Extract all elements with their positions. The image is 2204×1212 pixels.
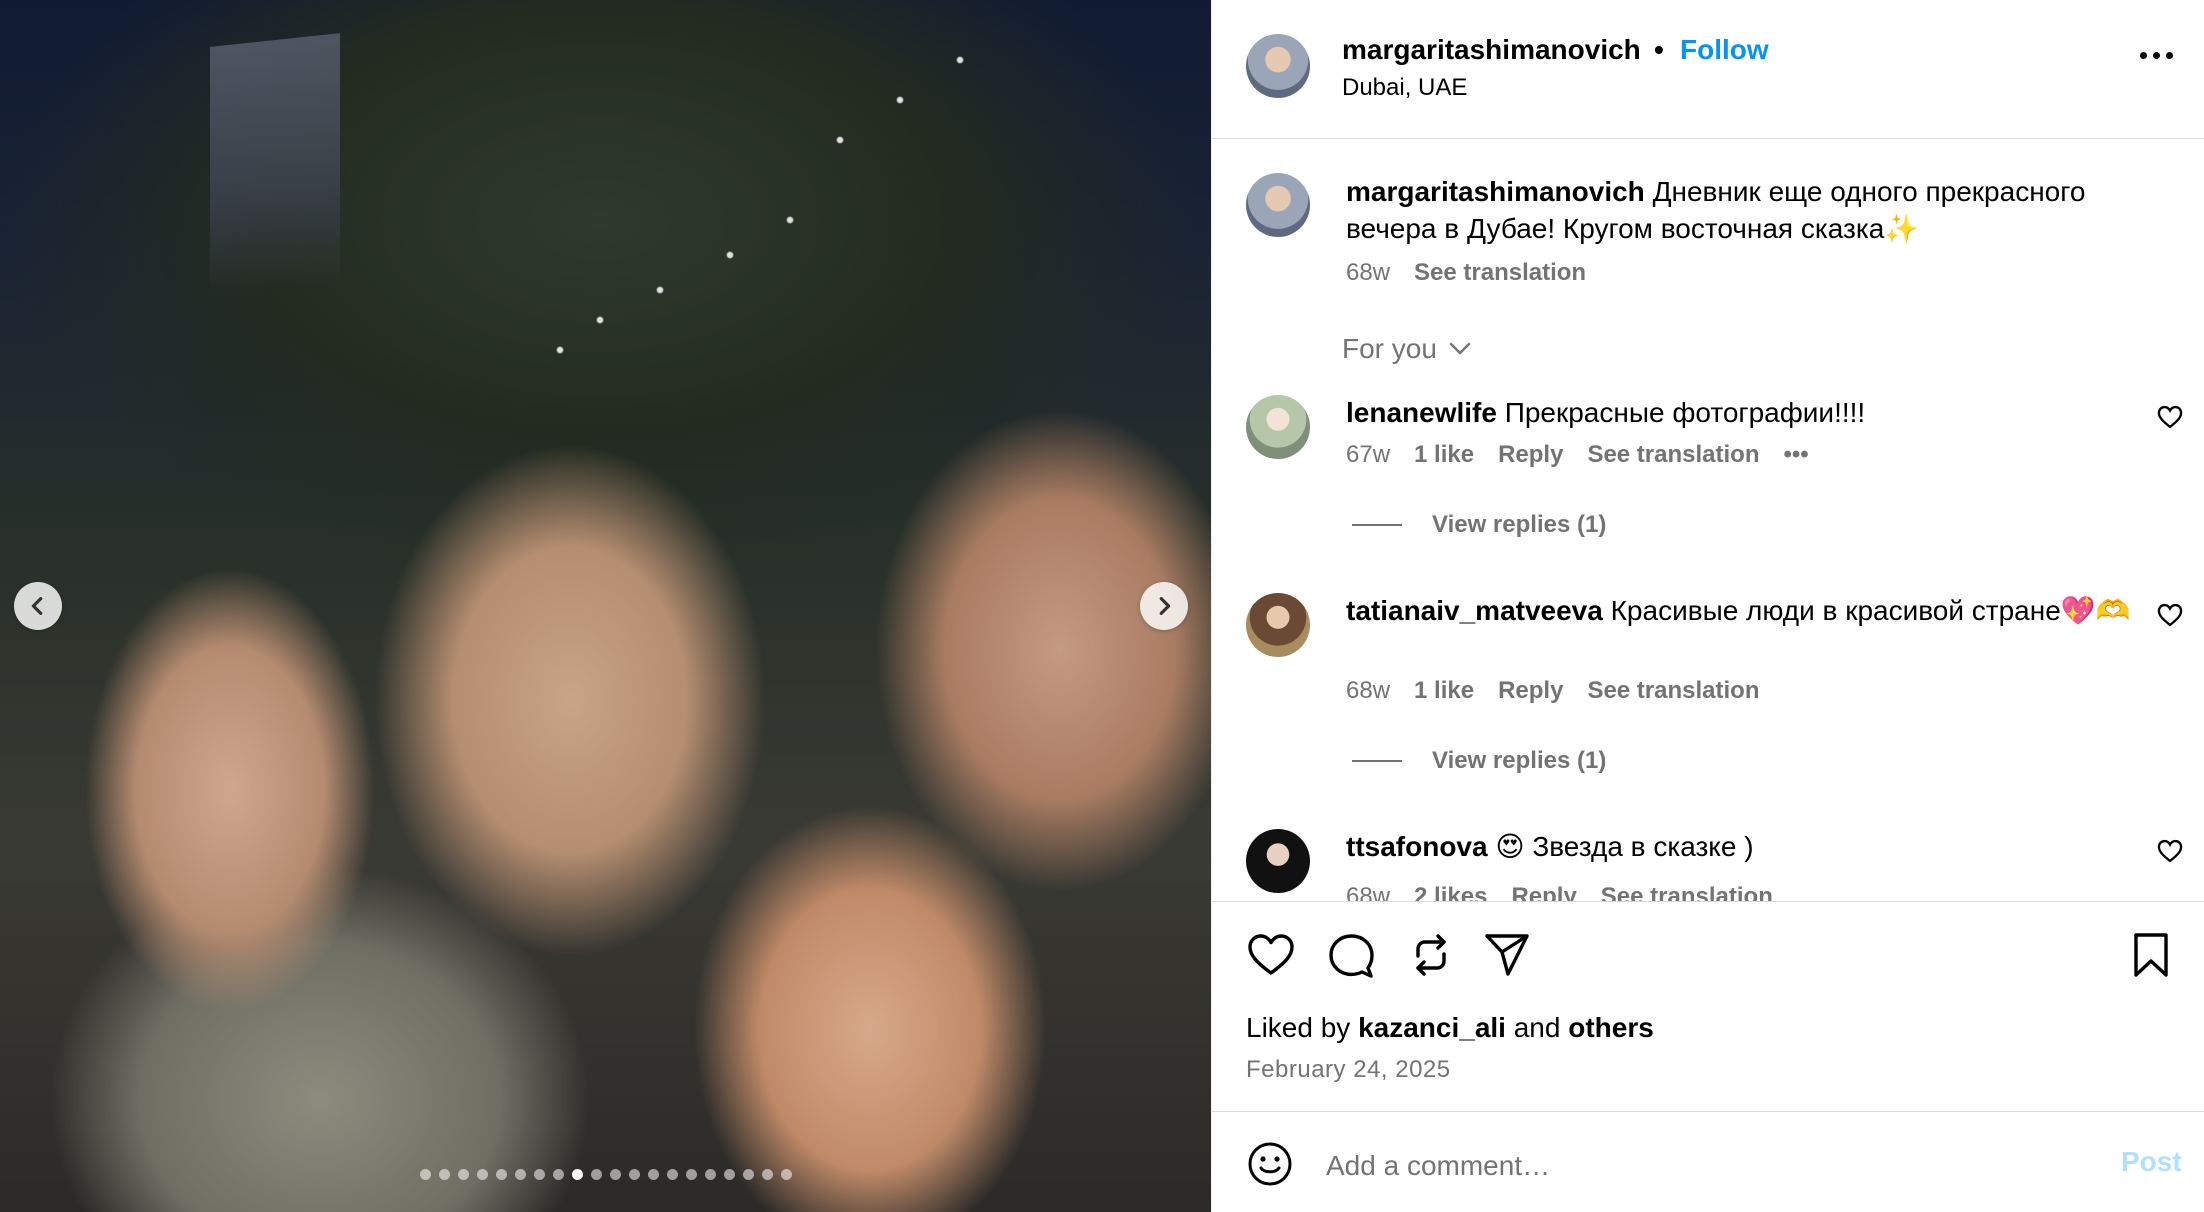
previous-slide-button[interactable] (14, 582, 62, 630)
slide-dot (419, 1169, 431, 1180)
comment-reply-button[interactable]: Reply (1498, 677, 1563, 705)
slide-dot (590, 1169, 602, 1180)
comment-likes[interactable]: 1 like (1414, 441, 1474, 469)
comments-scroll[interactable]: margaritashimanovich Дневник еще одного … (1212, 139, 2204, 901)
comment-avatar[interactable] (1246, 829, 1310, 893)
liked-by-user[interactable]: kazanci_ali (1358, 1012, 1506, 1043)
slide-dot (533, 1169, 545, 1180)
comment-likes[interactable]: 1 like (1414, 677, 1474, 705)
slide-dot (628, 1169, 640, 1180)
slide-dot (685, 1169, 697, 1180)
liked-by-text: Liked by kazanci_ali and others (1246, 1012, 1654, 1044)
comment-reply-button[interactable]: Reply (1511, 883, 1576, 901)
comment-body: Красивые люди в красивой стране💖🫶 (1610, 595, 2131, 626)
slide-dot (780, 1169, 792, 1180)
caption-text: margaritashimanovich Дневник еще одного … (1346, 173, 2156, 247)
comment-body: Прекрасные фотографии!!!! (1504, 397, 1866, 428)
author-username[interactable]: margaritashimanovich (1342, 34, 1641, 66)
post-location[interactable]: Dubai, UAE (1342, 74, 1467, 102)
comment-avatar[interactable] (1246, 593, 1310, 657)
caption-age: 68w (1346, 259, 1391, 286)
view-replies-button[interactable]: View replies (1) (1352, 511, 1606, 539)
comment-meta: 68w 2 likes Reply See translation (1346, 883, 1773, 901)
chevron-right-icon (1159, 597, 1171, 615)
slide-dot (552, 1169, 564, 1180)
comment-body: 😍 Звезда в сказке ) (1495, 831, 1754, 862)
slide-indicator (0, 1169, 1211, 1180)
comments-sort-dropdown[interactable]: For you (1342, 333, 1471, 365)
view-replies-label: View replies (1) (1432, 747, 1607, 774)
chevron-down-icon (1449, 342, 1471, 355)
heart-icon[interactable] (1246, 930, 1296, 980)
slide-dot (666, 1169, 678, 1180)
comment-more-icon[interactable]: ••• (1784, 441, 1809, 469)
comment-meta: 68w 1 like Reply See translation (1346, 677, 1760, 705)
caption-username[interactable]: margaritashimanovich (1346, 176, 1645, 207)
comment-text: tatianaiv_matveeva Красивые люди в краси… (1346, 593, 2136, 629)
comment-meta: 67w 1 like Reply See translation ••• (1346, 441, 1809, 469)
slide-dot (742, 1169, 754, 1180)
comment-avatar[interactable] (1246, 395, 1310, 459)
comment-text: lenanewlife Прекрасные фотографии!!!! (1346, 395, 2136, 431)
liked-by-prefix: Liked by (1246, 1012, 1351, 1043)
comment-see-translation[interactable]: See translation (1587, 441, 1759, 469)
comment-username[interactable]: lenanewlife (1346, 397, 1497, 428)
action-bar (1246, 930, 2176, 984)
comment-reply-button[interactable]: Reply (1498, 441, 1563, 469)
comment-username[interactable]: tatianaiv_matveeva (1346, 595, 1603, 626)
photo-lights (540, 20, 1100, 380)
more-horizontal-icon[interactable] (2140, 52, 2173, 59)
slide-dot (761, 1169, 773, 1180)
follow-button[interactable]: Follow (1680, 34, 1769, 66)
comment-like-heart-icon[interactable] (2156, 601, 2184, 629)
slide-dot (704, 1169, 716, 1180)
replies-line (1352, 760, 1402, 762)
slide-dot (476, 1169, 488, 1180)
comment-text: ttsafonova 😍 Звезда в сказке ) (1346, 829, 2136, 865)
caption-avatar[interactable] (1246, 173, 1310, 237)
comment-box-divider (1212, 1111, 2204, 1112)
slide-dot (514, 1169, 526, 1180)
comment-age: 68w (1346, 883, 1391, 901)
liked-by-others[interactable]: others (1568, 1012, 1654, 1043)
comment-username[interactable]: ttsafonova (1346, 831, 1488, 862)
replies-line (1352, 524, 1402, 526)
bookmark-icon[interactable] (2126, 930, 2176, 980)
slide-dot (495, 1169, 507, 1180)
comment-age: 67w (1346, 441, 1391, 468)
repost-icon[interactable] (1406, 930, 1456, 980)
post-photo[interactable] (0, 0, 1211, 1212)
slide-dot (609, 1169, 621, 1180)
comment-icon[interactable] (1326, 930, 1376, 980)
view-replies-button[interactable]: View replies (1) (1352, 747, 1606, 775)
actions-divider (1212, 901, 2204, 902)
caption-see-translation[interactable]: See translation (1414, 259, 1586, 287)
liked-by-conjunction: and (1513, 1012, 1561, 1043)
slide-dot (647, 1169, 659, 1180)
next-slide-button[interactable] (1140, 582, 1188, 630)
header-separator: • (1654, 34, 1664, 65)
comment-see-translation[interactable]: See translation (1587, 677, 1759, 705)
slide-dot (723, 1169, 735, 1180)
post-side-panel: margaritashimanovich • Follow Dubai, UAE… (1211, 0, 2204, 1212)
comments-sort-label: For you (1342, 333, 1437, 364)
post-date: February 24, 2025 (1246, 1056, 1451, 1083)
comment-like-heart-icon[interactable] (2156, 837, 2184, 865)
chevron-left-icon (31, 597, 43, 615)
photo-building (210, 33, 340, 297)
caption-meta: 68w See translation (1346, 259, 1586, 287)
post-comment-button[interactable]: Post (2121, 1146, 2182, 1178)
slide-dot (457, 1169, 469, 1180)
add-comment-input[interactable] (1326, 1144, 2086, 1188)
slide-dot (571, 1169, 583, 1180)
author-avatar[interactable] (1246, 34, 1310, 98)
comment-like-heart-icon[interactable] (2156, 403, 2184, 431)
emoji-icon[interactable] (1246, 1140, 1294, 1188)
view-replies-label: View replies (1) (1432, 511, 1607, 538)
slide-dot (438, 1169, 450, 1180)
comment-likes[interactable]: 2 likes (1414, 883, 1487, 901)
comment-see-translation[interactable]: See translation (1601, 883, 1773, 901)
send-icon[interactable] (1482, 930, 1532, 980)
comment-age: 68w (1346, 677, 1391, 704)
